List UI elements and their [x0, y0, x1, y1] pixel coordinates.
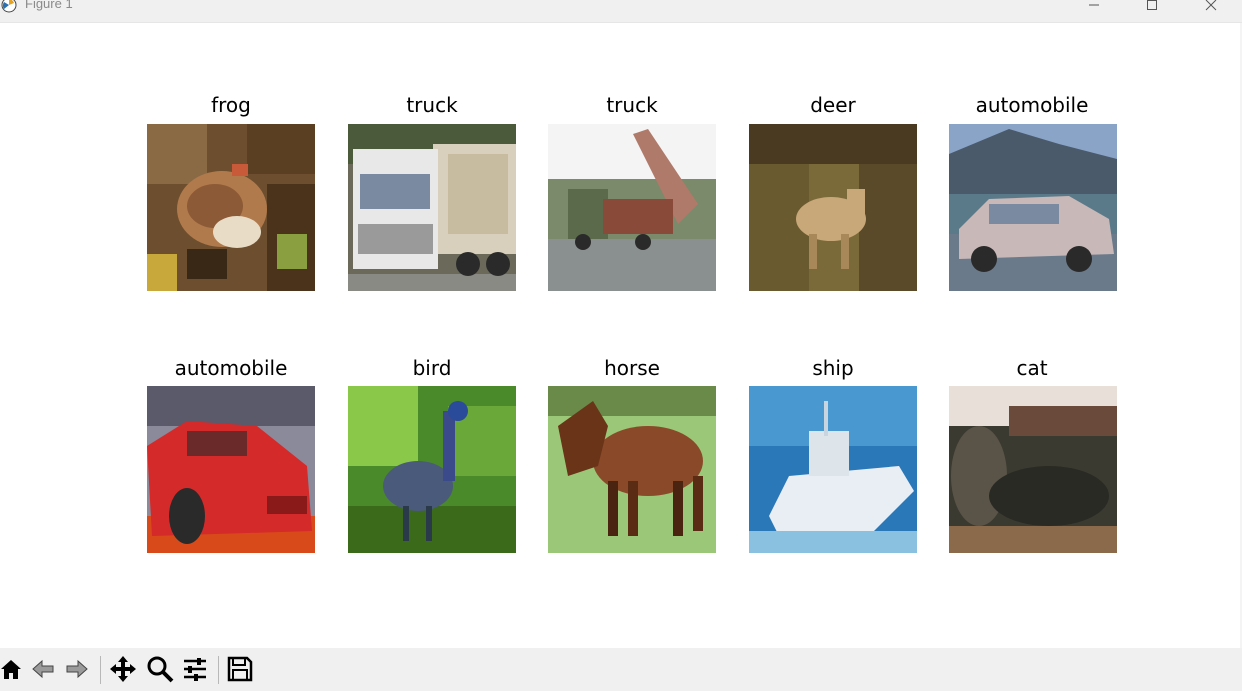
minimize-button[interactable] — [1071, 0, 1117, 16]
panel-title-bird: bird — [412, 356, 452, 380]
toolbar-separator — [218, 656, 219, 684]
image-deer — [749, 124, 917, 291]
zoom-icon — [146, 655, 174, 687]
pan-button[interactable] — [108, 656, 138, 686]
panel-title-truck-2: truck — [606, 93, 658, 117]
home-button[interactable] — [0, 656, 26, 686]
navigation-toolbar — [0, 648, 1242, 691]
forward-arrow-icon — [64, 656, 90, 686]
image-automobile-2 — [147, 386, 315, 553]
image-truck-1 — [348, 124, 516, 291]
figure-canvas[interactable]: frog truck truck deer automobile automob… — [0, 23, 1240, 648]
app-icon — [1, 0, 17, 13]
close-button[interactable] — [1188, 0, 1234, 16]
configure-subplots-icon — [182, 656, 208, 686]
panel-title-horse: horse — [604, 356, 660, 380]
back-arrow-icon — [30, 656, 56, 686]
panel-title-ship: ship — [812, 356, 854, 380]
image-frog — [147, 124, 315, 291]
panel-title-cat: cat — [1016, 356, 1048, 380]
image-ship — [749, 386, 917, 553]
back-button[interactable] — [28, 656, 58, 686]
window-title-bar: Figure 1 — [0, 0, 1242, 23]
image-automobile-1 — [949, 124, 1117, 291]
image-bird — [348, 386, 516, 553]
panel-title-deer: deer — [810, 93, 856, 117]
forward-button[interactable] — [62, 656, 92, 686]
panel-title-frog: frog — [211, 93, 251, 117]
panel-title-automobile-2: automobile — [174, 356, 288, 380]
home-icon — [0, 656, 24, 686]
configure-subplots-button[interactable] — [180, 656, 210, 686]
zoom-button[interactable] — [145, 656, 175, 686]
image-horse — [548, 386, 716, 553]
panel-title-truck-1: truck — [406, 93, 458, 117]
panel-title-automobile-1: automobile — [975, 93, 1089, 117]
maximize-button[interactable] — [1129, 0, 1175, 16]
save-button[interactable] — [225, 656, 255, 686]
window-title: Figure 1 — [25, 0, 73, 11]
pan-icon — [109, 655, 137, 687]
toolbar-separator — [100, 656, 101, 684]
image-truck-2 — [548, 124, 716, 291]
save-icon — [227, 656, 253, 686]
image-cat — [949, 386, 1117, 553]
